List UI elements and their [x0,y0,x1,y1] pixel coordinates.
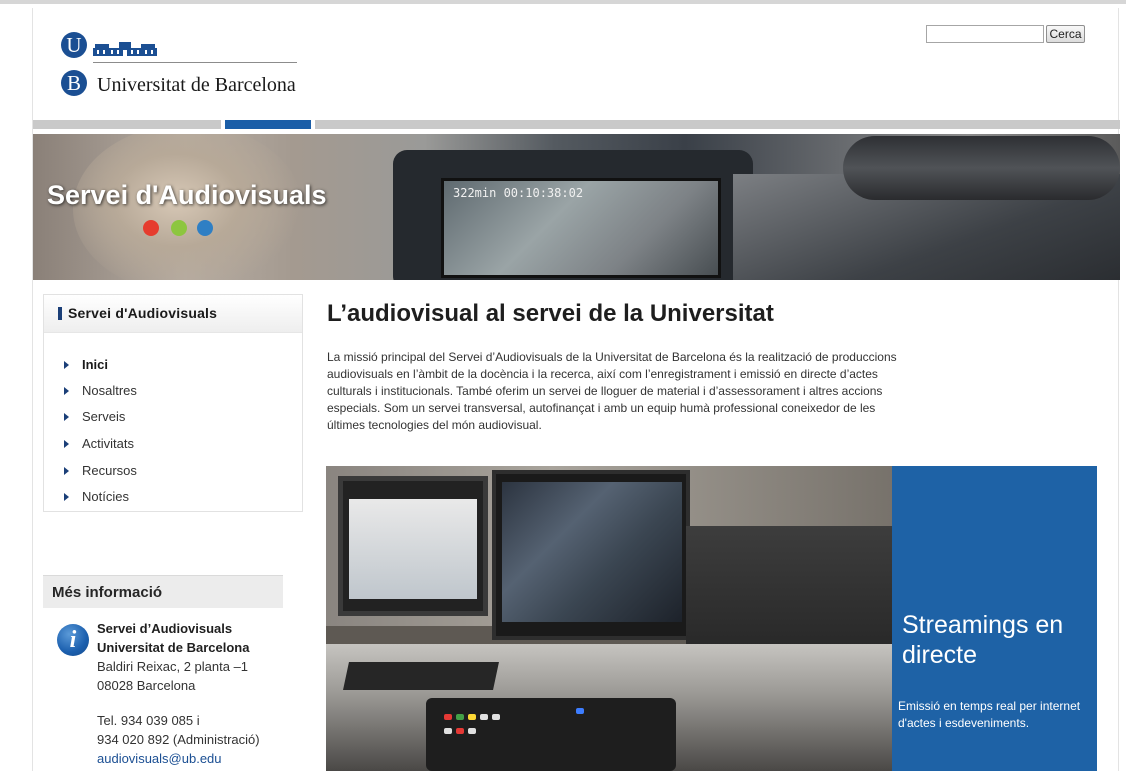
bullet-arrow-icon [64,361,69,369]
sidebar-item-nosaltres[interactable]: Nosaltres [62,383,262,401]
camera-osd-text: 322min 00:10:38:02 [453,186,584,200]
more-info-title: Més informació [52,584,163,601]
info-phone-admin: 934 020 892 (Administració) [97,732,260,747]
sidebar-header: Servei d'Audiovisuals [44,295,302,333]
logo-divider [93,62,297,63]
sidebar-item-recursos[interactable]: Recursos [62,463,262,481]
microphone-shape [843,136,1120,200]
info-phone: Tel. 934 039 085 i [97,713,200,728]
banner-title: Servei d'Audiovisuals [47,180,327,210]
bullet-arrow-icon [64,387,69,395]
monitor-left [338,476,488,616]
ub-logo[interactable]: U B Universitat de Barcelona [57,28,307,108]
streaming-description: Emissió en temps real per internet d'act… [898,699,1081,730]
sidebar-item-activitats[interactable]: Activitats [62,436,262,454]
info-org-name: Servei d’Audiovisuals [97,621,233,636]
sidebar-item-inici[interactable]: Inici [62,357,262,375]
keyboard [343,662,499,690]
sidebar-item-serveis[interactable]: Serveis [62,409,262,427]
sidebar-nav: Servei d'Audiovisuals Inici Nosaltres Se… [43,294,303,512]
monitor-center [492,470,690,640]
email-link[interactable]: audiovisuals@ub.edu [97,751,222,766]
browser-frame: U B Universitat de Barcelona Cerca 322mi… [0,0,1126,771]
logo-u-badge: U [61,32,87,58]
university-name: Universitat de Barcelona [97,74,296,96]
logo-b-badge: B [61,70,87,96]
bullet-arrow-icon [64,493,69,501]
info-university: Universitat de Barcelona [97,640,250,655]
control-room-photo [326,466,892,771]
sidebar-title: Servei d'Audiovisuals [68,305,218,321]
intro-paragraph: La missió principal del Servei d’Audiovi… [327,350,897,432]
streaming-title: Streamings en directe [902,611,1064,669]
search-input[interactable] [926,25,1044,43]
info-postcode: 08028 Barcelona [97,678,196,693]
feature-block: Streamings en directe Emissió en temps r… [326,466,1097,771]
bullet-arrow-icon [64,440,69,448]
more-info-box: Més informació i Servei d’Audiovisuals U… [43,575,298,771]
bullet-arrow-icon [64,467,69,475]
streaming-promo[interactable]: Streamings en directe Emissió en temps r… [892,466,1097,771]
bullet-arrow-icon [64,413,69,421]
search-button[interactable]: Cerca [1046,25,1085,43]
info-icon: i [57,624,89,656]
banner-dot-red [143,220,159,236]
hero-banner: 322min 00:10:38:02 Servei d'Audiovisuals [33,134,1120,280]
university-building-icon [93,42,157,56]
video-mixer-console [426,698,676,771]
top-nav-bar [33,120,1120,129]
sidebar-header-marker [58,307,62,320]
banner-dot-blue [197,220,213,236]
info-address: Baldiri Reixac, 2 planta –1 [97,659,249,674]
more-info-header: Més informació [43,575,283,608]
nav-active-indicator [225,120,311,129]
sidebar-item-noticies[interactable]: Notícies [62,489,262,507]
banner-dot-green [171,220,187,236]
page-title: L’audiovisual al servei de la Universita… [327,300,774,327]
page: U B Universitat de Barcelona Cerca 322mi… [32,8,1120,771]
